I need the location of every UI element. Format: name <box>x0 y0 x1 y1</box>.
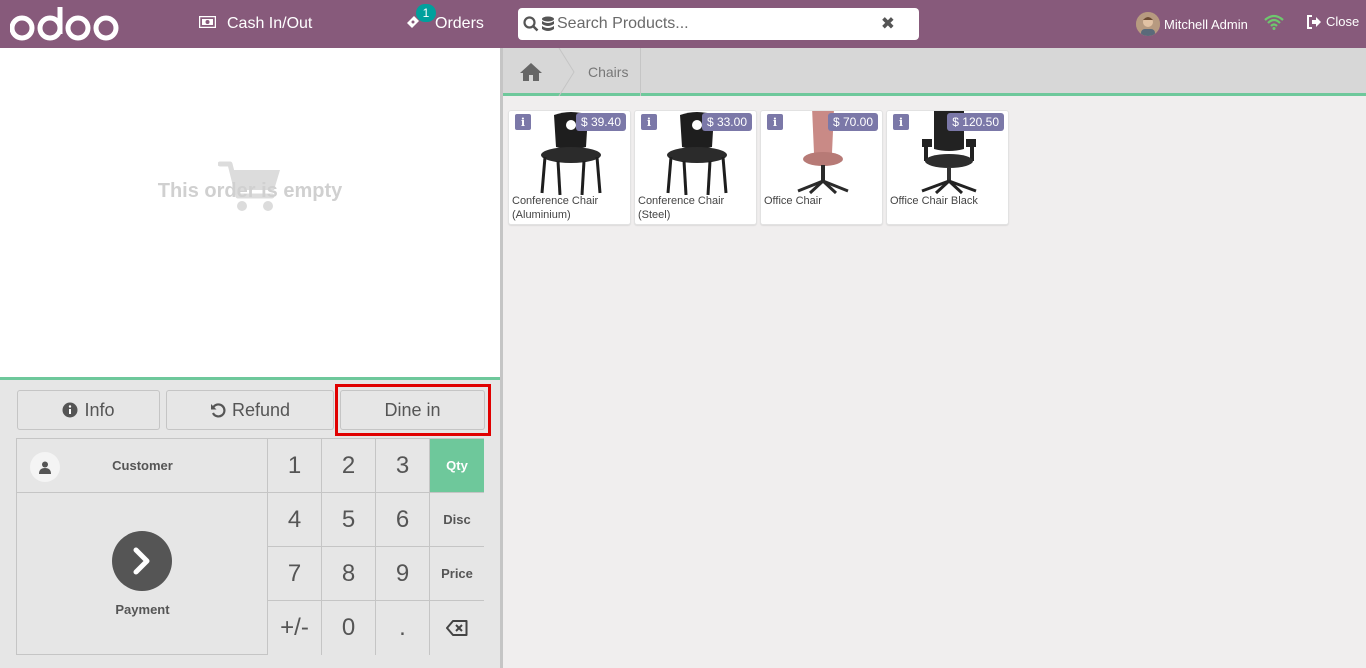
cash-in-out-button[interactable]: Cash In/Out <box>198 0 313 48</box>
orders-label: Orders <box>435 15 484 32</box>
disc-mode-button[interactable]: Disc <box>430 493 484 547</box>
numpad-key-plus-minus[interactable]: +/- <box>268 601 322 655</box>
database-icon <box>541 16 555 32</box>
breadcrumb: Chairs <box>503 48 1366 96</box>
numpad-key-7[interactable]: 7 <box>268 547 322 601</box>
product-info-icon[interactable]: i <box>515 114 531 130</box>
numpad-key-9[interactable]: 9 <box>376 547 430 601</box>
breadcrumb-end-divider <box>640 48 641 96</box>
numpad-key-decimal[interactable]: . <box>376 601 430 655</box>
product-name: Office Chair Black <box>890 195 978 207</box>
clear-search-icon[interactable]: ✖ <box>881 14 895 34</box>
backspace-button[interactable] <box>430 601 484 655</box>
product-price: $ 33.00 <box>701 113 752 131</box>
info-label: Info <box>84 399 115 420</box>
user-avatar <box>1136 12 1160 36</box>
backspace-icon <box>446 620 468 636</box>
user-name: Mitchell Admin <box>1164 16 1248 32</box>
product-search-bar: ✖ <box>518 8 919 40</box>
product-name: Conference Chair (Steel) <box>638 195 725 221</box>
qty-mode-button[interactable]: Qty <box>430 439 484 493</box>
info-button[interactable]: Info <box>17 390 160 430</box>
order-pane: This order is empty Info Refund Dine in … <box>0 48 500 668</box>
payment-button[interactable]: Payment <box>17 493 268 655</box>
numpad-key-1[interactable]: 1 <box>268 439 322 493</box>
product-price: $ 70.00 <box>827 113 878 131</box>
product-name: Conference Chair (Aluminium) <box>512 195 599 221</box>
breadcrumb-separator <box>558 48 575 96</box>
highlight-box <box>335 384 491 436</box>
search-icon <box>523 16 539 32</box>
product-name: Office Chair <box>764 195 822 207</box>
product-info-icon[interactable]: i <box>893 114 909 130</box>
cash-in-out-label: Cash In/Out <box>227 15 313 32</box>
control-panel: Info Refund Dine in Customer Payment 1 2… <box>0 377 500 668</box>
orders-count-badge: 1 <box>416 3 436 22</box>
odoo-logo <box>10 7 119 41</box>
breadcrumb-category-chairs[interactable]: Chairs <box>588 48 628 96</box>
product-card[interactable]: i $ 120.50 Office Chair Black <box>886 110 1009 225</box>
search-input[interactable] <box>557 15 881 33</box>
close-label: Close <box>1326 14 1360 29</box>
info-icon <box>62 402 78 418</box>
numpad-key-8[interactable]: 8 <box>322 547 376 601</box>
home-button[interactable] <box>503 48 558 96</box>
customer-label: Customer <box>112 458 173 473</box>
numpad-key-0[interactable]: 0 <box>322 601 376 655</box>
sign-out-icon <box>1307 14 1321 29</box>
ticket-icon: 1 <box>405 3 436 35</box>
numpad-key-6[interactable]: 6 <box>376 493 430 547</box>
numpad-key-4[interactable]: 4 <box>268 493 322 547</box>
money-icon <box>198 15 217 33</box>
home-icon <box>519 63 542 81</box>
numpad-key-3[interactable]: 3 <box>376 439 430 493</box>
customer-button[interactable]: Customer <box>17 439 268 493</box>
numpad-key-2[interactable]: 2 <box>322 439 376 493</box>
price-mode-button[interactable]: Price <box>430 547 484 601</box>
refund-button[interactable]: Refund <box>166 390 334 430</box>
product-card[interactable]: i $ 39.40 Conference Chair (Aluminium) <box>508 110 631 225</box>
orders-button[interactable]: 1 Orders <box>405 0 484 48</box>
undo-icon <box>210 402 226 418</box>
product-price: $ 120.50 <box>947 113 1004 131</box>
wifi-icon <box>1264 14 1284 35</box>
chevron-right-icon <box>112 531 172 591</box>
empty-order-message: This order is empty <box>157 180 343 202</box>
product-info-icon[interactable]: i <box>641 114 657 130</box>
numpad: Customer Payment 1 2 3 Qty 4 5 6 Disc 7 … <box>16 438 484 655</box>
close-button[interactable]: Close <box>1306 14 1359 29</box>
user-menu[interactable]: Mitchell Admin <box>1136 12 1248 36</box>
numpad-key-5[interactable]: 5 <box>322 493 376 547</box>
product-screen: Chairs i $ 39.40 Conference Chair (Alumi… <box>503 48 1366 668</box>
payment-label: Payment <box>115 602 170 617</box>
product-card[interactable]: i $ 70.00 Office Chair <box>760 110 883 225</box>
top-bar: Cash In/Out 1 Orders ✖ Mitchell Admin Cl… <box>0 0 1366 48</box>
product-card[interactable]: i $ 33.00 Conference Chair (Steel) <box>634 110 757 225</box>
product-price: $ 39.40 <box>575 113 626 131</box>
refund-label: Refund <box>231 399 291 420</box>
product-info-icon[interactable]: i <box>767 114 783 130</box>
